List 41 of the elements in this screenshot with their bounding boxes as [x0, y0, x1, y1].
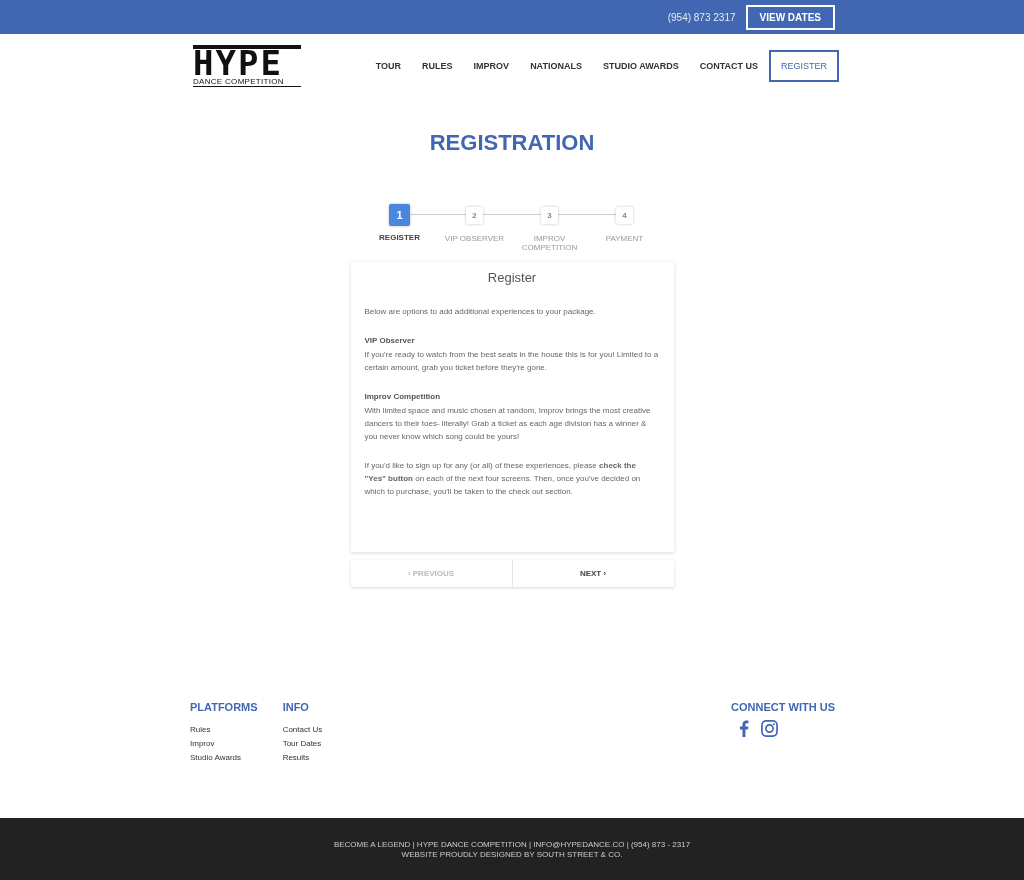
nav-link[interactable]: CONTACT US — [699, 61, 758, 71]
intro-text: Below are options to add additional experiences to your package. — [364, 306, 597, 318]
step-label: REGISTER — [378, 233, 421, 242]
section-text: With limited space and music chosen at random, Improv brings the most creative dancers to their toes- literally! Grab a ticket as each age division has a winner & you never know which song could be yours! — [364, 405, 652, 443]
section-text: If you're ready to watch from the best seats in the house this is for you! Limited to a certain amount, grab you ticket before they're gone. — [364, 349, 660, 374]
footer-link[interactable]: Improv — [190, 739, 258, 748]
card-title: Register — [486, 270, 538, 285]
logo-title[interactable]: HYPE — [193, 45, 301, 77]
step-label: IMPROV COMPETITION — [520, 234, 579, 252]
next-button[interactable]: NEXT › — [511, 560, 674, 587]
facebook-icon[interactable] — [739, 720, 750, 737]
step-number[interactable]: 3 — [541, 207, 558, 224]
step-number[interactable]: 2 — [466, 207, 483, 224]
step-number[interactable]: 1 — [389, 204, 410, 226]
page-title: REGISTRATION — [428, 130, 596, 156]
footer-credit: WEBSITE PROUDLY DESIGNED BY SOUTH STREET & CO. — [401, 849, 623, 859]
section-heading: Improv Competition — [364, 392, 442, 401]
section-heading: VIP Observer — [364, 336, 416, 345]
step-label: PAYMENT — [604, 234, 645, 243]
nav-link[interactable]: TOUR — [375, 61, 402, 71]
nav-link[interactable]: STUDIO AWARDS — [602, 61, 679, 71]
footer-heading: PLATFORMS — [190, 701, 258, 713]
note-text: If you'd like to sign up for any (or all) of these experiences, please check the "Yes" button on each of the next four screens. Then, once you've decided on which to purchase, you'll be taken to the check out section. — [364, 460, 642, 498]
footer-link[interactable]: Tour Dates — [282, 739, 323, 748]
footer-link[interactable]: Results — [282, 753, 323, 762]
step-number[interactable]: 4 — [616, 207, 633, 224]
logo-subtitle: DANCE COMPETITION — [193, 77, 301, 87]
instagram-icon[interactable] — [761, 720, 779, 737]
nav-link[interactable]: IMPROV — [473, 61, 510, 71]
footer-link[interactable]: Contact Us — [282, 725, 323, 734]
footer-link[interactable]: Studio Awards — [190, 753, 258, 762]
footer-link[interactable]: Rules — [190, 725, 258, 734]
view-dates-button[interactable]: VIEW DATES — [745, 4, 835, 30]
footer-heading: INFO — [282, 701, 310, 713]
nav-link[interactable]: RULES — [422, 61, 453, 71]
nav-link[interactable]: NATIONALS — [530, 61, 582, 71]
step-label: VIP OBSERVER — [443, 234, 506, 243]
register-button[interactable]: REGISTER — [769, 50, 839, 82]
phone-number: (954) 873 2317 — [667, 11, 736, 23]
footer-credit: BECOME A LEGEND | HYPE DANCE COMPETITION | INFO@HYPEDANCE.CO | (954) 873 - 2317 — [333, 839, 691, 849]
footer-heading: CONNECT WITH US — [731, 701, 835, 713]
